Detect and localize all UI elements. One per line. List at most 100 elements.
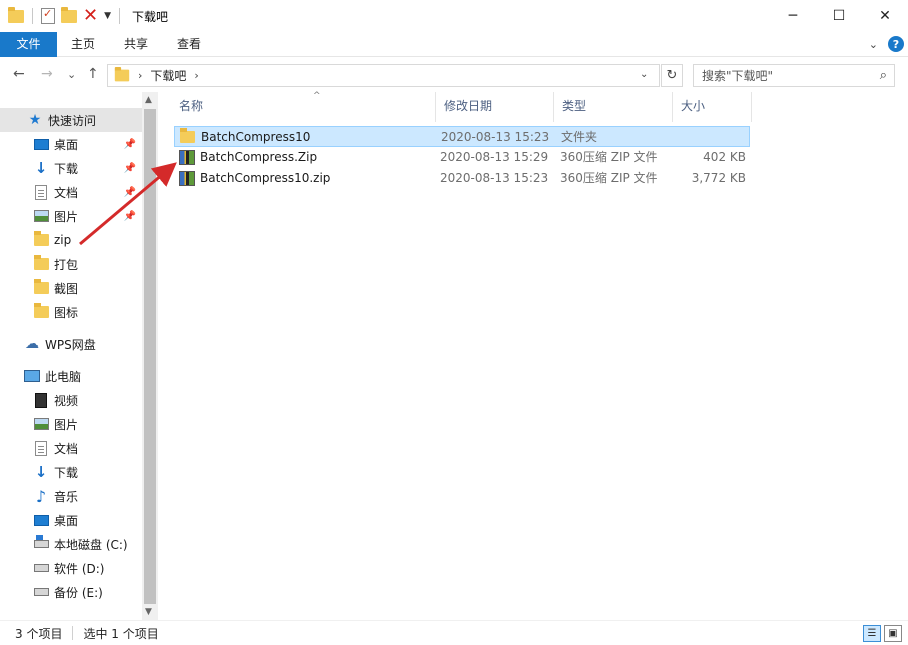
file-date: 2020-08-13 15:23 — [441, 130, 550, 144]
back-button[interactable]: ← — [13, 66, 25, 82]
large-icons-view-icon[interactable]: ▣ — [884, 625, 902, 642]
sidebar-item-pc-desktop[interactable]: 桌面 — [0, 508, 142, 532]
sidebar-item-documents[interactable]: 文档 📌 — [0, 180, 142, 204]
sidebar-item-videos[interactable]: 视频 — [0, 388, 142, 412]
tab-view[interactable]: 查看 — [168, 32, 210, 57]
tab-share[interactable]: 共享 — [115, 32, 157, 57]
download-icon: ↓ — [34, 159, 48, 177]
sidebar-scrollbar[interactable]: ▲ ▼ — [142, 92, 158, 620]
file-date: 2020-08-13 15:29 — [440, 150, 549, 164]
file-size — [675, 127, 747, 148]
delete-icon[interactable]: ✕ — [83, 7, 98, 25]
forward-button[interactable]: → — [41, 66, 53, 82]
help-icon[interactable]: ? — [888, 36, 904, 52]
pin-icon[interactable]: 📌 — [124, 211, 136, 222]
breadcrumb-item[interactable]: 下载吧 — [150, 67, 186, 84]
ribbon-right-controls: ⌄ ? — [869, 36, 904, 52]
pin-icon[interactable]: 📌 — [124, 187, 136, 198]
sidebar-item-label: 桌面 — [54, 513, 79, 528]
address-history-dropdown-icon[interactable]: ⌄ — [640, 69, 648, 80]
column-header-type[interactable]: 类型 — [554, 92, 673, 122]
file-row[interactable]: BatchCompress.Zip 2020-08-13 15:29 360压缩… — [174, 147, 750, 168]
star-icon: ★ — [28, 112, 42, 128]
sidebar-item-drive-d[interactable]: 软件 (D:) — [0, 556, 142, 580]
sidebar-item-icons[interactable]: 图标 — [0, 300, 142, 324]
file-name: BatchCompress10 — [201, 130, 311, 144]
sidebar-item-pack[interactable]: 打包 — [0, 252, 142, 276]
address-bar[interactable]: › 下载吧 › — [107, 64, 660, 87]
properties-icon[interactable] — [41, 7, 55, 24]
desktop-icon — [33, 514, 49, 526]
document-icon — [35, 440, 47, 456]
sidebar-item-pictures[interactable]: 图片 📌 — [0, 204, 142, 228]
sidebar-item-pc-pictures[interactable]: 图片 — [0, 412, 142, 436]
minimize-button[interactable]: ─ — [770, 0, 816, 32]
folder-icon — [33, 231, 49, 246]
file-type: 360压缩 ZIP 文件 — [560, 150, 658, 164]
sidebar-item-drive-e[interactable]: 备份 (E:) — [0, 580, 142, 604]
sidebar-item-label: 图片 — [54, 209, 79, 224]
sidebar-item-label: 备份 (E:) — [54, 585, 103, 600]
column-header-name[interactable]: ^ 名称 — [171, 91, 436, 122]
sidebar-item-pc-documents[interactable]: 文档 — [0, 436, 142, 460]
file-row[interactable]: BatchCompress10.zip 2020-08-13 15:23 360… — [174, 168, 750, 189]
details-view-icon[interactable]: ☰ — [863, 625, 881, 642]
file-name: BatchCompress10.zip — [200, 171, 331, 185]
sidebar-item-music[interactable]: ♪ 音乐 — [0, 484, 142, 508]
search-input[interactable] — [702, 68, 862, 83]
zip-archive-icon — [179, 150, 195, 165]
chevron-right-icon[interactable]: › — [138, 69, 142, 82]
sidebar-item-wps-cloud[interactable]: ☁ WPS网盘 — [0, 332, 142, 356]
scroll-up-icon[interactable]: ▲ — [145, 95, 152, 105]
sidebar-item-quick-access[interactable]: ★ 快速访问 — [0, 108, 142, 132]
scroll-down-icon[interactable]: ▼ — [145, 607, 152, 617]
close-button[interactable]: ✕ — [862, 0, 908, 32]
sidebar-item-pc-downloads[interactable]: ↓ 下载 — [0, 460, 142, 484]
sidebar-item-label: 下载 — [54, 161, 79, 176]
ribbon-tabs: 文件 主页 共享 查看 ⌄ ? — [0, 32, 908, 57]
document-icon — [35, 184, 47, 200]
column-header-size[interactable]: 大小 — [673, 92, 752, 122]
search-box[interactable]: ⌕ — [693, 64, 895, 87]
status-divider — [72, 626, 74, 640]
sidebar-item-desktop[interactable]: 桌面 📌 — [0, 132, 142, 156]
chevron-right-icon[interactable]: › — [194, 69, 198, 82]
window-title: 下载吧 — [132, 9, 169, 24]
refresh-button[interactable]: ↻ — [661, 64, 683, 87]
expand-ribbon-icon[interactable]: ⌄ — [869, 38, 878, 51]
sidebar-item-label: 视频 — [54, 393, 79, 408]
sidebar-item-this-pc[interactable]: 此电脑 — [0, 364, 142, 388]
pin-icon[interactable]: 📌 — [124, 139, 136, 150]
download-icon: ↓ — [34, 463, 48, 481]
sort-ascending-icon: ^ — [313, 91, 321, 101]
recent-locations-button[interactable]: ⌄ — [67, 68, 76, 81]
new-folder-icon[interactable] — [61, 6, 77, 23]
file-size: 3,772 KB — [691, 171, 746, 185]
sidebar-item-label: 文档 — [54, 441, 79, 456]
scrollbar-thumb[interactable] — [144, 109, 156, 604]
column-header-label: 名称 — [179, 99, 204, 113]
column-header-date[interactable]: 修改日期 — [436, 92, 554, 122]
sidebar-item-drive-c[interactable]: 本地磁盘 (C:) — [0, 532, 142, 556]
sidebar-item-label: 图片 — [54, 417, 79, 432]
sidebar-item-downloads[interactable]: ↓ 下载 📌 — [0, 156, 142, 180]
folder-icon — [33, 279, 49, 294]
customize-toolbar-icon[interactable]: ▼ — [104, 11, 111, 21]
selection-count: 选中 1 个项目 — [83, 626, 159, 641]
drive-icon — [33, 564, 49, 572]
sidebar-item-zip[interactable]: zip — [0, 228, 142, 252]
picture-icon — [33, 418, 49, 430]
up-button[interactable]: ↑ — [87, 66, 99, 82]
tab-home[interactable]: 主页 — [62, 32, 104, 57]
maximize-button[interactable]: ☐ — [816, 0, 862, 32]
sidebar-item-screenshots[interactable]: 截图 — [0, 276, 142, 300]
window-controls: ─ ☐ ✕ — [770, 0, 908, 32]
file-date: 2020-08-13 15:23 — [440, 171, 549, 185]
file-type: 文件夹 — [561, 130, 598, 144]
pin-icon[interactable]: 📌 — [124, 163, 136, 174]
search-icon[interactable]: ⌕ — [880, 68, 887, 83]
picture-icon — [33, 210, 49, 222]
file-row[interactable]: BatchCompress10 2020-08-13 15:23 文件夹 — [174, 126, 750, 147]
tab-file[interactable]: 文件 — [0, 32, 57, 57]
sidebar-item-label: 截图 — [54, 281, 79, 296]
